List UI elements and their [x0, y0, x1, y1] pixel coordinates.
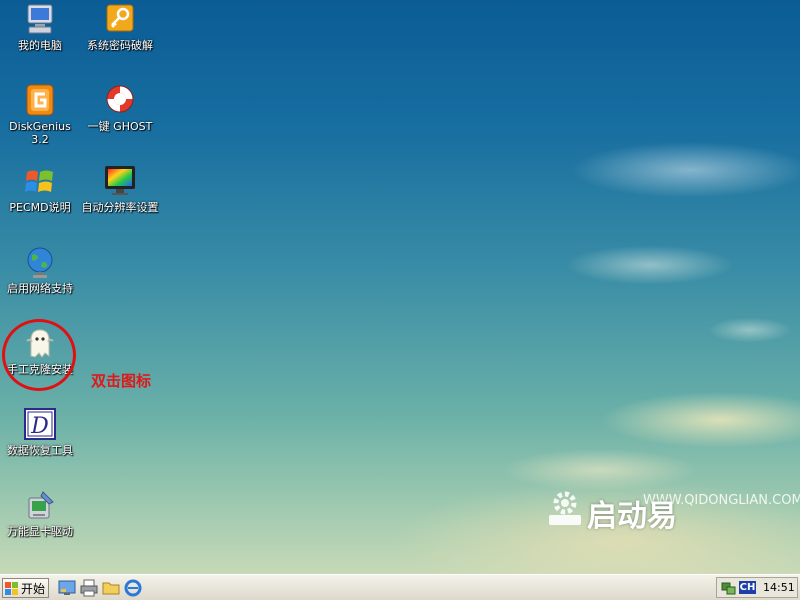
desktop-icon-data-recovery[interactable]: D 数据恢复工具	[0, 407, 80, 457]
windows-flag-icon	[23, 164, 57, 198]
desktop-icon-label: 启用网络支持	[7, 282, 73, 295]
gear-disk-icon	[549, 491, 581, 525]
monitor-icon	[103, 164, 137, 198]
desktop-icon-label: 我的电脑	[18, 39, 62, 52]
desktop-icon-one-key-ghost[interactable]: 一键 GHOST	[80, 83, 160, 133]
show-desktop-icon[interactable]	[58, 579, 76, 597]
windows-logo-icon	[5, 581, 18, 595]
system-tray: CH 14:51	[716, 577, 798, 598]
annotation-circle	[2, 319, 76, 391]
my-computer-icon	[23, 2, 57, 36]
desktop-icon-label: 自动分辨率设置	[81, 201, 159, 214]
d-letter-icon: D	[23, 407, 57, 441]
desktop: 我的电脑 DiskGenius 3.2 PECMD说明 启用网络支持 手工克隆安…	[0, 0, 800, 574]
desktop-icon-diskgenius[interactable]: DiskGenius 3.2	[0, 83, 80, 146]
desktop-icon-pecmd[interactable]: PECMD说明	[0, 164, 80, 214]
globe-icon	[23, 245, 57, 279]
desktop-icon-auto-resolution[interactable]: 自动分辨率设置	[80, 164, 160, 214]
clock[interactable]: 14:51	[763, 581, 795, 594]
taskbar: 开始 CH 14:51	[0, 574, 800, 600]
lifebuoy-icon	[103, 83, 137, 117]
start-label: 开始	[21, 581, 46, 596]
folder-icon[interactable]	[102, 579, 120, 597]
start-button[interactable]: 开始	[2, 578, 49, 598]
desktop-icon-label: PECMD说明	[9, 201, 71, 214]
ie-icon[interactable]	[124, 579, 142, 597]
desktop-icon-my-computer[interactable]: 我的电脑	[0, 2, 80, 52]
svg-text:D: D	[30, 414, 49, 439]
desktop-icon-graphics-driver[interactable]: 万能显卡驱动	[0, 488, 80, 538]
desktop-icon-label: 一键 GHOST	[87, 120, 153, 133]
printer-icon[interactable]	[80, 579, 98, 597]
desktop-icon-network[interactable]: 启用网络支持	[0, 245, 80, 295]
watermark-brand: 启动易	[587, 499, 677, 534]
key-icon	[103, 2, 137, 36]
desktop-icon-label: 系统密码破解	[87, 39, 153, 52]
desktop-icon-label: 万能显卡驱动	[7, 525, 73, 538]
desktop-icon-label: 数据恢复工具	[7, 444, 73, 457]
desktop-icon-password-crack[interactable]: 系统密码破解	[80, 2, 160, 52]
network-icon[interactable]	[720, 580, 736, 596]
desktop-icon-label: DiskGenius 3.2	[9, 120, 71, 146]
language-indicator[interactable]: CH	[739, 581, 756, 594]
diskgenius-icon	[23, 83, 57, 117]
annotation-text: 双击图标	[91, 372, 152, 390]
driver-icon	[23, 488, 57, 522]
